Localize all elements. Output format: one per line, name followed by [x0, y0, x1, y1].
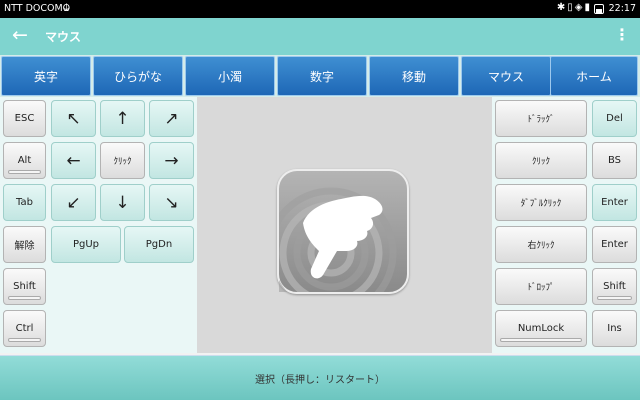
status-bar: NTT DOCOMO ⤓ ✱▯◈▮ 22:17 [0, 0, 640, 18]
back-arrow-icon[interactable]: ← [12, 24, 28, 46]
arrow-right-key[interactable]: → [149, 142, 194, 179]
arrow-up-left-key[interactable]: ↖ [51, 100, 96, 137]
arrow-down-left-key[interactable]: ↙ [51, 184, 96, 221]
alt-lock-indicator [8, 170, 41, 174]
arrow-left-key[interactable]: ← [51, 142, 96, 179]
carrier-name: NTT DOCOMO [4, 3, 71, 14]
right-click-button[interactable]: 右ｸﾘｯｸ [495, 226, 587, 263]
click-key[interactable]: ｸﾘｯｸ [100, 142, 145, 179]
ctrl-key[interactable]: Ctrl [3, 310, 46, 347]
shift-key-right[interactable]: Shift [592, 268, 637, 305]
overflow-menu-icon[interactable]: ⋮ [614, 25, 630, 44]
arrow-down-key[interactable]: ↓ [100, 184, 145, 221]
enter-key-1[interactable]: Enter [592, 184, 637, 221]
tab-suuji[interactable]: 数字 [277, 56, 367, 96]
double-click-button[interactable]: ﾀﾞﾌﾞﾙｸﾘｯｸ [495, 184, 587, 221]
release-key[interactable]: 解除 [3, 226, 46, 263]
tab-key[interactable]: Tab [3, 184, 46, 221]
shift-key-label: Shift [13, 281, 36, 292]
tab-idou[interactable]: 移動 [369, 56, 459, 96]
select-restart-label: 選択（長押し：リスタート） [255, 374, 385, 386]
page-title: マウス [45, 30, 82, 44]
enter-key-2[interactable]: Enter [592, 226, 637, 263]
drag-button[interactable]: ﾄﾞﾗｯｸﾞ [495, 100, 587, 137]
shift-right-key-label: Shift [603, 281, 626, 292]
touch-gesture-icon [265, 169, 409, 319]
clock: 22:17 [608, 3, 636, 14]
shift-key-left[interactable]: Shift [3, 268, 46, 305]
arrow-up-key[interactable]: ↑ [100, 100, 145, 137]
arrow-up-right-key[interactable]: ↗ [149, 100, 194, 137]
tab-home[interactable]: ホーム [550, 56, 638, 96]
left-key-panel: ESC Alt Tab 解除 Shift Ctrl ↖ ↑ ↗ ← ｸﾘｯｸ →… [0, 97, 197, 353]
pgup-key[interactable]: PgUp [51, 226, 121, 263]
tab-mouse[interactable]: マウス [461, 56, 551, 96]
tab-eiji[interactable]: 英字 [1, 56, 91, 96]
numlock-indicator [500, 338, 582, 342]
ins-key[interactable]: Ins [592, 310, 637, 347]
status-icons: ✱▯◈▮ [556, 2, 592, 13]
tab-hiragana[interactable]: ひらがな [93, 56, 183, 96]
alt-key-label: Alt [17, 155, 32, 166]
esc-key[interactable]: ESC [3, 100, 46, 137]
pgdn-key[interactable]: PgDn [124, 226, 194, 263]
ctrl-lock-indicator [8, 338, 41, 342]
tab-bar: 英字 ひらがな 小濁 数字 移動 マウス ホーム [0, 55, 640, 97]
numlock-key-label: NumLock [517, 323, 565, 334]
tab-shoudaku[interactable]: 小濁 [185, 56, 275, 96]
app-bar: ← マウス ⋮ [0, 18, 640, 55]
right-key-panel: ﾄﾞﾗｯｸﾞ ｸﾘｯｸ ﾀﾞﾌﾞﾙｸﾘｯｸ 右ｸﾘｯｸ ﾄﾞﾛｯﾌﾟ NumLo… [492, 97, 640, 353]
ctrl-key-label: Ctrl [15, 323, 34, 334]
battery-icon [594, 4, 604, 14]
numlock-key[interactable]: NumLock [495, 310, 587, 347]
alt-key[interactable]: Alt [3, 142, 46, 179]
del-key[interactable]: Del [592, 100, 637, 137]
arrow-down-right-key[interactable]: ↘ [149, 184, 194, 221]
drop-button[interactable]: ﾄﾞﾛｯﾌﾟ [495, 268, 587, 305]
backspace-key[interactable]: BS [592, 142, 637, 179]
shift-right-lock-indicator [597, 296, 632, 300]
shift-lock-indicator [8, 296, 41, 300]
click-button[interactable]: ｸﾘｯｸ [495, 142, 587, 179]
select-restart-button[interactable]: 選択（長押し：リスタート） [0, 355, 640, 400]
download-icon: ⤓ [64, 1, 69, 14]
